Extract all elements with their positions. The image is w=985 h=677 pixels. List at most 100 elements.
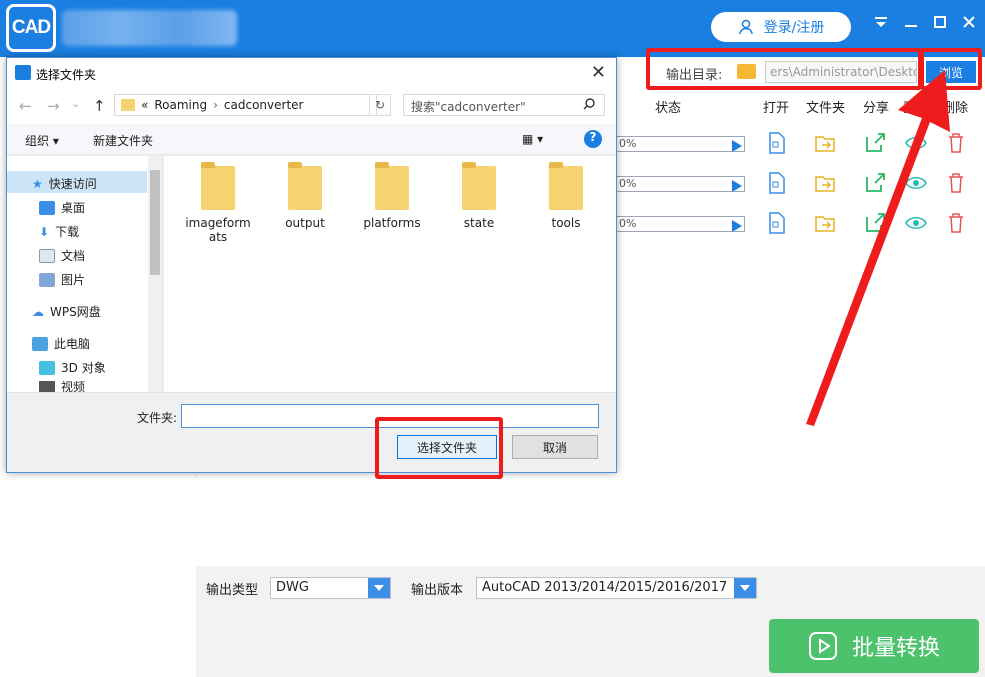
dialog-toolbar: 组织 ▾ 新建文件夹 ▦ ▾ ? [7,124,616,155]
output-version-value: AutoCAD 2013/2014/2015/2016/2017 [482,580,728,595]
dialog-footer: 文件夹: 选择文件夹 取消 [7,392,616,472]
header-share: 分享 [863,101,890,116]
folder-item[interactable]: tools [530,162,602,230]
back-icon[interactable]: ← [19,97,32,115]
select-folder-dialog: 选择文件夹 ✕ ← → ⌄ ↑ « Roaming › cadconverter… [6,57,617,473]
highlight-output-dir [646,48,922,90]
output-type-label: 输出类型 [206,583,259,598]
breadcrumb-roaming[interactable]: Roaming [154,98,207,112]
folder-item[interactable]: output [269,162,341,230]
batch-convert-label: 批量转换 [851,636,940,661]
star-icon: ★ [32,176,43,191]
share-icon[interactable] [864,132,886,154]
delete-icon[interactable] [945,132,967,154]
open-file-icon[interactable] [766,212,788,234]
progress-bar: 0% [615,136,745,152]
document-icon [39,248,55,263]
nav-pictures[interactable]: 图片 [39,271,85,288]
preview-icon[interactable] [905,172,927,194]
nav-videos[interactable]: 视频 [39,381,85,392]
dialog-titlebar: 选择文件夹 ✕ [7,58,616,88]
scroll-thumb[interactable] [150,170,160,275]
nav-this-pc[interactable]: 此电脑 [32,335,90,352]
desktop-icon [39,200,55,215]
nav-3d-objects[interactable]: 3D 对象 [39,359,106,376]
play-icon[interactable] [732,180,742,192]
table-row: 0% [615,210,985,238]
nav-documents[interactable]: 文档 [39,247,85,264]
cancel-button[interactable]: 取消 [512,435,598,459]
output-type-select[interactable]: DWG [270,577,391,599]
chevron-down-icon[interactable]: ⌄ [71,97,80,110]
close-icon[interactable] [962,14,976,33]
file-list: imageformats output platforms state tool… [164,156,616,392]
view-options-icon[interactable]: ▦ ▾ [522,132,543,146]
forward-icon[interactable]: → [47,97,60,115]
open-file-icon[interactable] [766,172,788,194]
chevron-down-icon [734,578,756,598]
open-file-icon[interactable] [766,132,788,154]
folder-item[interactable]: platforms [356,162,428,230]
play-icon[interactable] [732,140,742,152]
nav-desktop[interactable]: 桌面 [39,199,85,216]
share-icon[interactable] [864,212,886,234]
nav-scrollbar[interactable] [148,156,162,392]
output-version-select[interactable]: AutoCAD 2013/2014/2015/2016/2017 [476,577,757,599]
play-circle-icon [808,632,837,660]
maximize-icon[interactable] [933,14,947,33]
folder-icon [288,162,322,210]
chevron-down-icon [368,578,390,598]
nav-downloads[interactable]: ⬇ 下载 [39,223,79,240]
progress-bar: 0% [615,216,745,232]
open-folder-icon[interactable] [814,212,836,234]
minimize-icon[interactable] [904,14,918,33]
search-input[interactable]: 搜索"cadconverter" [403,94,605,116]
up-icon[interactable]: ↑ [93,97,106,115]
folder-icon [375,162,409,210]
open-folder-icon[interactable] [814,132,836,154]
login-button[interactable]: 登录/注册 [711,12,851,42]
preview-icon[interactable] [905,212,927,234]
breadcrumb-cadconverter[interactable]: cadconverter [224,98,304,112]
cloud-icon: ☁ [32,304,44,319]
header-folder: 文件夹 [806,101,846,116]
folder-icon [549,162,583,210]
header-preview: 预 [903,101,917,116]
share-icon[interactable] [864,172,886,194]
dialog-app-icon [15,65,31,80]
search-icon [583,98,595,113]
organize-menu[interactable]: 组织 ▾ [25,132,59,149]
open-folder-icon[interactable] [814,172,836,194]
play-icon[interactable] [732,220,742,232]
preview-icon[interactable] [905,132,927,154]
output-type-value: DWG [276,580,309,595]
output-version-label: 输出版本 [411,583,464,598]
header-status: 状态 [655,101,682,116]
download-icon: ⬇ [39,224,50,239]
breadcrumb-separator: › [213,98,218,112]
progress-bar: 0% [615,176,745,192]
table-row: 0% [615,130,985,158]
refresh-icon[interactable]: ↻ [369,94,391,116]
new-folder-button[interactable]: 新建文件夹 [93,132,153,149]
table-row: 0% [615,170,985,198]
address-bar[interactable]: « Roaming › cadconverter [114,94,377,116]
close-icon[interactable]: ✕ [591,62,606,83]
nav-wps-cloud[interactable]: ☁ WPS网盘 [32,303,101,320]
folder-item[interactable]: state [443,162,515,230]
header-open: 打开 [763,101,790,116]
delete-icon[interactable] [945,212,967,234]
breadcrumb-prefix: « [141,98,149,112]
help-icon[interactable]: ? [584,130,602,148]
batch-convert-button[interactable]: 批量转换 [769,619,979,673]
folder-icon [462,162,496,210]
video-icon [39,381,55,392]
delete-icon[interactable] [945,172,967,194]
login-label: 登录/注册 [763,20,825,36]
user-icon [738,19,753,35]
menu-icon[interactable] [874,14,888,33]
blurred-app-name [62,10,237,46]
folder-icon [121,99,135,111]
folder-item[interactable]: imageformats [182,162,254,244]
nav-quick-access[interactable]: ★ 快速访问 [32,175,97,192]
